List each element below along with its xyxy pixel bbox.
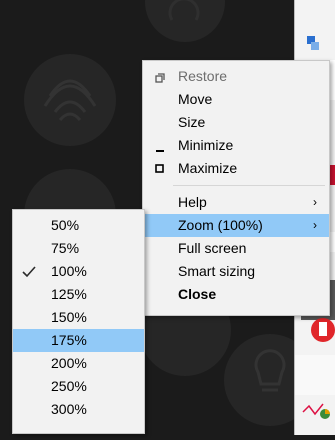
zoom-option-label: 200% [51, 355, 87, 371]
zoom-option-75[interactable]: 75% [13, 237, 144, 260]
zoom-option-200[interactable]: 200% [13, 352, 144, 375]
zoom-submenu: 50% 75% 100% 125% 150% 175% 200% 250% 30… [12, 209, 145, 434]
zoom-option-100[interactable]: 100% [13, 260, 144, 283]
zoom-option-175[interactable]: 175% [13, 329, 144, 352]
zoom-option-300[interactable]: 300% [13, 398, 144, 421]
menu-item-label: Zoom (100%) [178, 217, 263, 233]
menu-item-maximize[interactable]: Maximize [143, 157, 329, 180]
menu-item-label: Minimize [178, 137, 234, 153]
menu-item-close[interactable]: Close [143, 283, 329, 306]
zoom-option-125[interactable]: 125% [13, 283, 144, 306]
minimize-icon [153, 134, 167, 157]
menu-item-label: Close [178, 286, 217, 302]
zoom-option-label: 175% [51, 332, 87, 348]
menu-item-move[interactable]: Move [143, 88, 329, 111]
zoom-option-label: 75% [51, 240, 80, 256]
zoom-option-50[interactable]: 50% [13, 214, 144, 237]
chevron-right-icon: › [313, 195, 317, 209]
chevron-right-icon: › [313, 218, 317, 232]
checkmark-icon [21, 260, 36, 283]
menu-item-size[interactable]: Size [143, 111, 329, 134]
restore-icon [153, 65, 167, 88]
app-logo-icon [307, 36, 319, 50]
menu-separator [173, 185, 325, 186]
zoom-option-label: 250% [51, 378, 87, 394]
zoom-option-label: 100% [51, 263, 87, 279]
chart-icon [302, 403, 330, 419]
zoom-option-label: 300% [51, 401, 87, 417]
zoom-option-label: 150% [51, 309, 87, 325]
menu-item-label: Smart sizing [178, 263, 256, 279]
menu-item-zoom[interactable]: Zoom (100%) › [143, 214, 329, 237]
menu-item-label: Full screen [178, 240, 247, 256]
menu-item-label: Move [178, 91, 213, 107]
zoom-option-250[interactable]: 250% [13, 375, 144, 398]
menu-item-restore[interactable]: Restore [143, 65, 329, 88]
menu-item-full-screen[interactable]: Full screen [143, 237, 329, 260]
menu-item-label: Size [178, 114, 206, 130]
menu-item-minimize[interactable]: Minimize [143, 134, 329, 157]
zoom-option-label: 50% [51, 217, 80, 233]
zoom-option-150[interactable]: 150% [13, 306, 144, 329]
menu-item-help[interactable]: Help › [143, 191, 329, 214]
menu-item-smart-sizing[interactable]: Smart sizing [143, 260, 329, 283]
menu-item-label: Maximize [178, 160, 238, 176]
zoom-option-label: 125% [51, 286, 87, 302]
maximize-icon [153, 157, 167, 180]
system-menu: Restore Move Size Minimize Maximize Help… [142, 60, 330, 316]
menu-item-label: Help [178, 194, 207, 210]
menu-item-label: Restore [178, 68, 228, 84]
badge-icon [311, 318, 335, 342]
